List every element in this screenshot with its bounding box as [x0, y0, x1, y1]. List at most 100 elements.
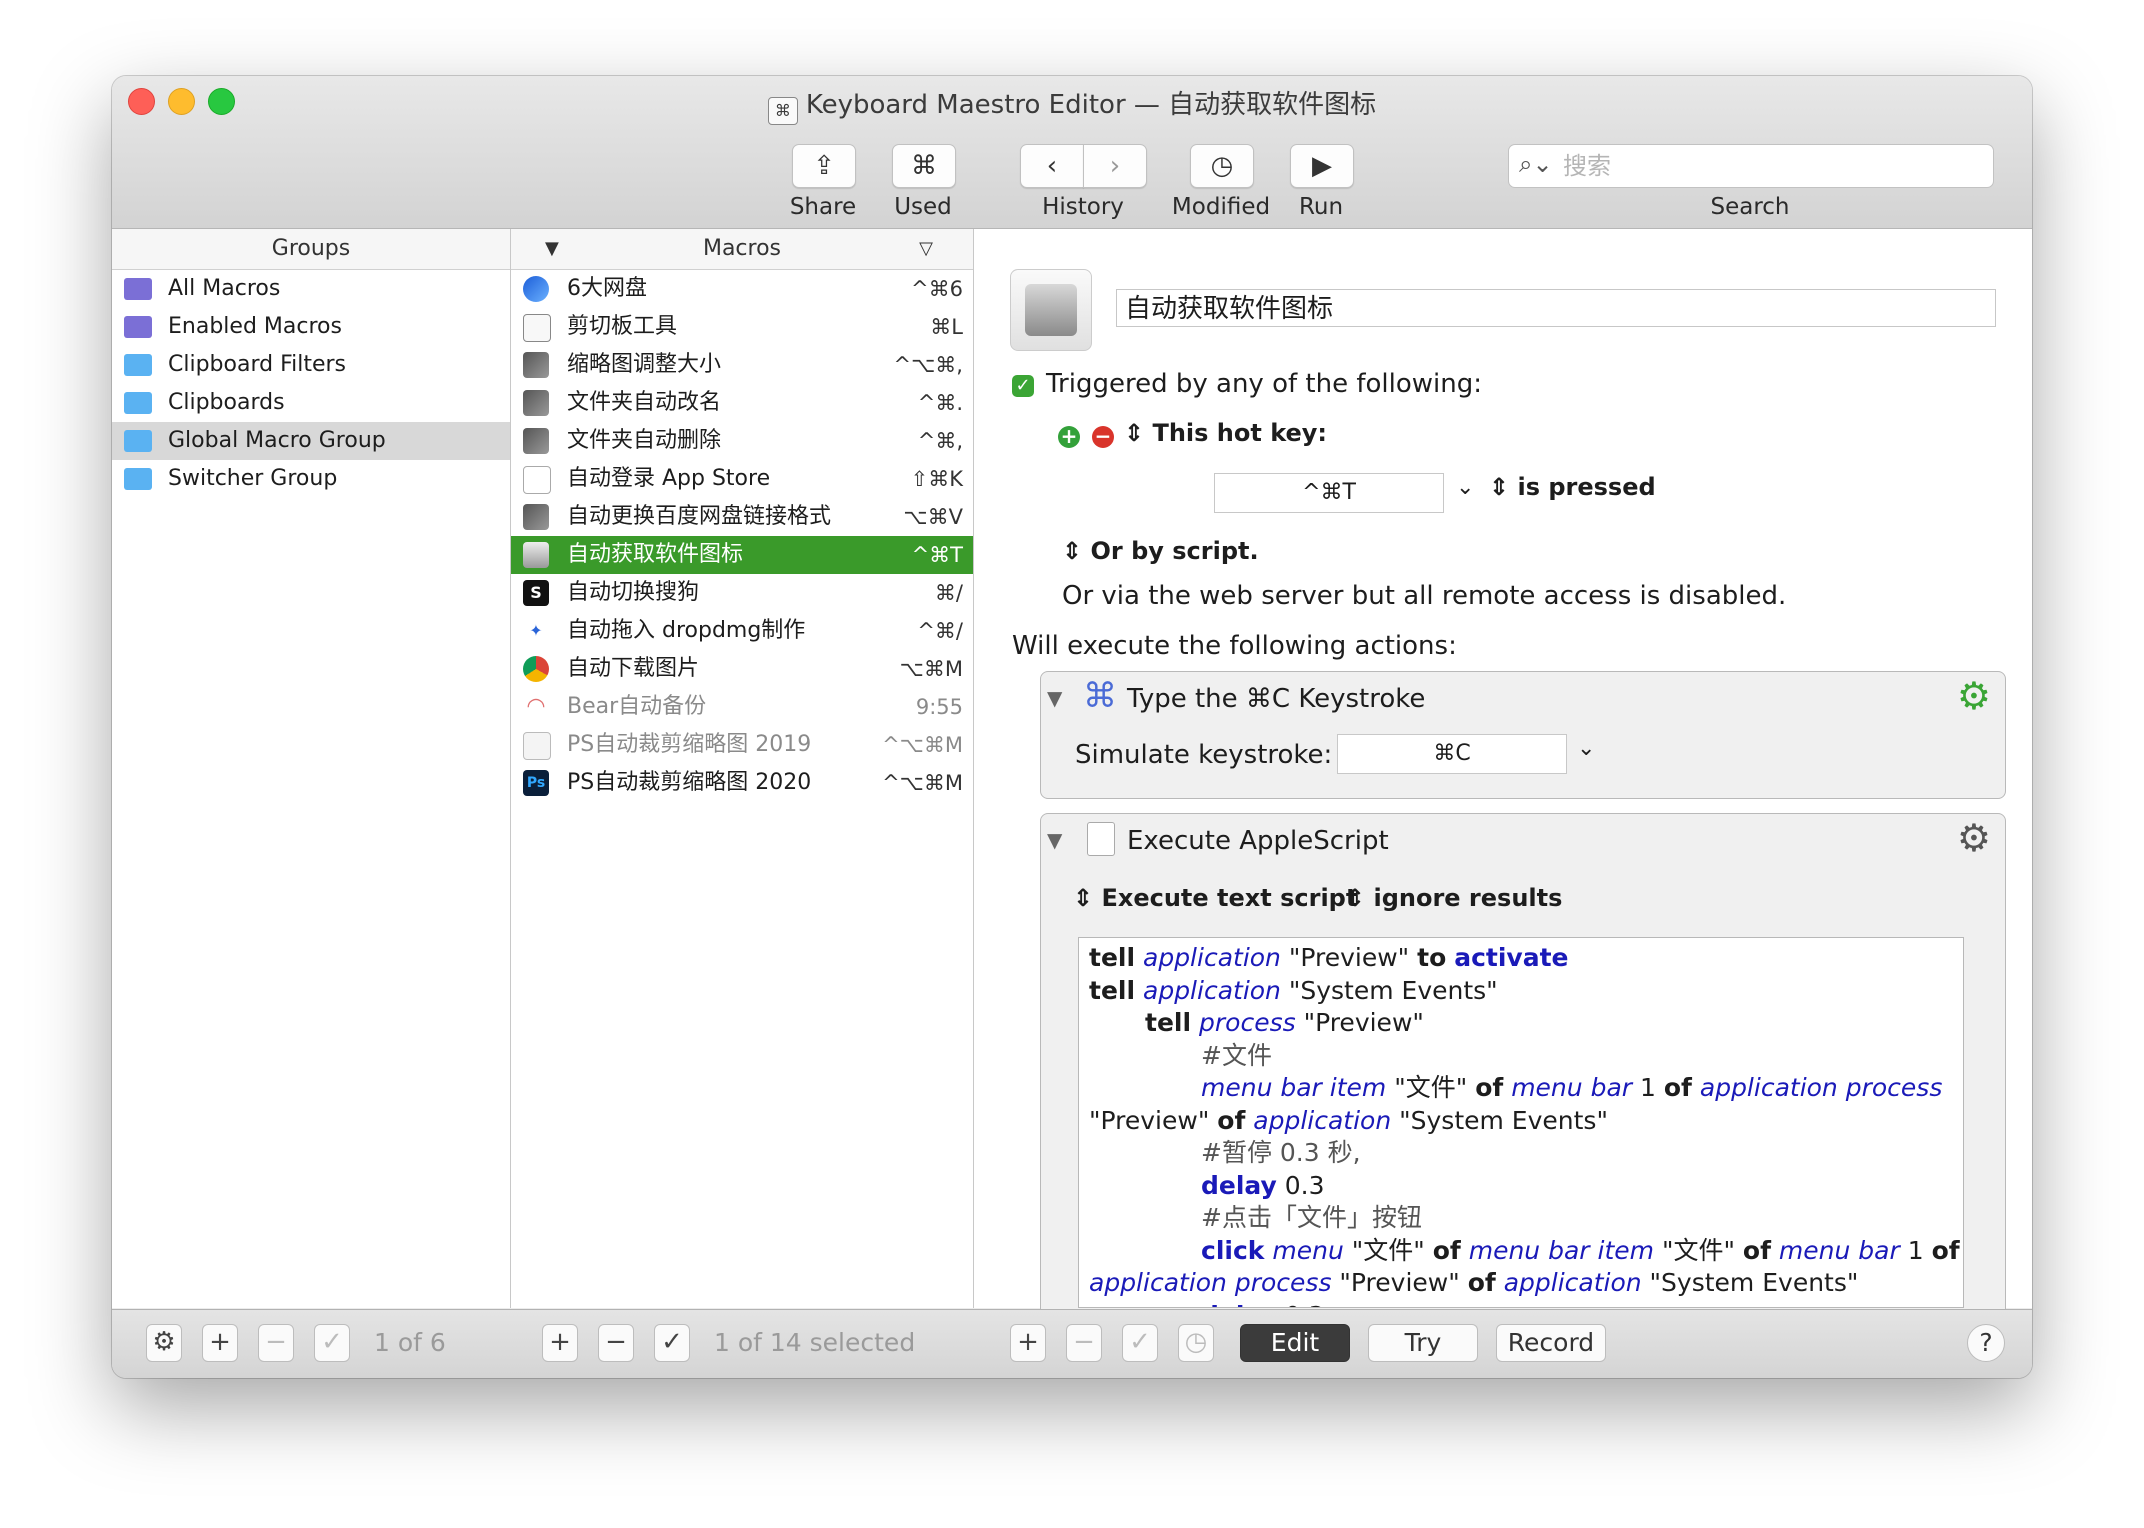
add-group-button[interactable]: + [202, 1324, 238, 1362]
folder-icon [124, 354, 152, 376]
macro-item[interactable]: Ps PS自动裁剪缩略图 2020 ^⌥⌘M [511, 764, 973, 802]
enable-action-button[interactable]: ✓ [1122, 1324, 1158, 1362]
macro-item[interactable]: 文件夹自动删除 ^⌘, [511, 422, 973, 460]
window-title: ⌘ Keyboard Maestro Editor — 自动获取软件图标 [112, 84, 2032, 125]
macro-item[interactable]: 缩略图调整大小 ^⌥⌘, [511, 346, 973, 384]
groups-count: 1 of 6 [374, 1328, 446, 1357]
minus-icon: − [265, 1327, 287, 1357]
group-settings-button[interactable]: ⚙ [146, 1324, 182, 1362]
macro-item[interactable]: ✦ 自动拖入 dropdmg制作 ^⌘/ [511, 612, 973, 650]
action-title: Execute AppleScript [1127, 826, 1389, 856]
used-button[interactable]: ⌘ [892, 144, 956, 188]
hotkey-options-chevron-icon[interactable]: ⌄ [1456, 475, 1474, 500]
macro-item[interactable]: S 自动切换搜狗 ⌘/ [511, 574, 973, 612]
enable-macro-button[interactable]: ✓ [654, 1324, 690, 1362]
action-gear-icon[interactable]: ⚙ [1957, 674, 1991, 718]
history-back-button[interactable]: ‹ [1020, 144, 1084, 188]
enable-group-button[interactable]: ✓ [314, 1324, 350, 1362]
share-button[interactable]: ⇪ [792, 144, 856, 188]
macros-count: 1 of 14 selected [714, 1328, 916, 1357]
gear-icon: ⚙ [152, 1327, 176, 1357]
chevron-right-icon: › [1109, 151, 1121, 181]
modified-button[interactable]: ◷ [1190, 144, 1254, 188]
groups-header[interactable]: Groups [112, 229, 510, 270]
results-mode-popup[interactable]: ⇕ ignore results [1345, 884, 1562, 912]
keyboard-maestro-icon [523, 504, 549, 530]
minus-icon: − [1073, 1327, 1095, 1357]
triggers-enabled-checkbox[interactable]: ✓ [1012, 375, 1034, 397]
hotkey-field[interactable]: ^⌘T [1214, 473, 1444, 513]
group-item-clipboard-filters[interactable]: Clipboard Filters [112, 346, 510, 384]
keyboard-maestro-icon [523, 352, 549, 378]
help-button[interactable]: ? [1967, 1324, 2005, 1362]
remove-group-button[interactable]: − [258, 1324, 294, 1362]
chrome-icon [523, 656, 549, 682]
action-type-keystroke[interactable]: ▼ ⌘ Type the ⌘C Keystroke ⚙ Simulate key… [1040, 671, 2006, 799]
used-label: Used [894, 194, 952, 220]
trigger-type-popup[interactable]: ⇕ This hot key: [1124, 419, 1327, 447]
search-field[interactable]: ⌕⌄ [1508, 144, 1994, 188]
disclosure-triangle-icon[interactable]: ▼ [1047, 686, 1062, 710]
macro-icon-well[interactable] [1010, 269, 1092, 351]
bottom-bar: ⚙ + − ✓ 1 of 6 + − ✓ 1 of 14 selected + … [112, 1309, 2032, 1378]
execute-mode-popup[interactable]: ⇕ Execute text script [1073, 884, 1357, 912]
group-item-all-macros[interactable]: All Macros [112, 270, 510, 308]
macro-item[interactable]: 6大网盘 ^⌘6 [511, 270, 973, 308]
record-button[interactable]: Record [1496, 1324, 1606, 1362]
or-by-script-popup[interactable]: ⇕ Or by script. [1062, 537, 1259, 565]
keyboard-maestro-icon [523, 390, 549, 416]
macro-item-selected[interactable]: 自动获取软件图标 ^⌘T [511, 536, 973, 574]
search-input[interactable] [1561, 145, 1985, 187]
cloud-drive-icon [523, 276, 549, 302]
try-button[interactable]: Try [1368, 1324, 1478, 1362]
run-label: Run [1298, 194, 1344, 220]
clock-icon: ◷ [1210, 151, 1234, 181]
group-item-global-macro-group[interactable]: Global Macro Group [112, 422, 510, 460]
action-gear-icon[interactable]: ⚙ [1957, 816, 1991, 860]
remove-trigger-button[interactable]: − [1092, 426, 1114, 448]
macro-item[interactable]: 剪切板工具 ⌘L [511, 308, 973, 346]
macros-pane: ▼ Macros ▽ 6大网盘 ^⌘6 剪切板工具 ⌘L 缩略图调整大小 ^⌥⌘, 文… [511, 229, 974, 1308]
filter-triangle-icon[interactable]: ▽ [919, 229, 933, 269]
editor-window: ⌘ Keyboard Maestro Editor — 自动获取软件图标 ⇪ Sh… [112, 76, 2032, 1378]
search-icon: ⌕⌄ [1519, 150, 1553, 178]
timer-button[interactable]: ◷ [1178, 1324, 1214, 1362]
remove-action-button[interactable]: − [1066, 1324, 1102, 1362]
group-item-enabled-macros[interactable]: Enabled Macros [112, 308, 510, 346]
is-pressed-popup[interactable]: ⇕ is pressed [1489, 473, 1656, 501]
plus-icon: + [1017, 1327, 1039, 1357]
macro-item[interactable]: 文件夹自动改名 ^⌘. [511, 384, 973, 422]
keystroke-field[interactable]: ⌘C [1337, 734, 1567, 774]
remove-macro-button[interactable]: − [598, 1324, 634, 1362]
share-icon: ⇪ [813, 151, 835, 181]
add-action-button[interactable]: + [1010, 1324, 1046, 1362]
macro-item[interactable]: 自动登录 App Store ⇧⌘K [511, 460, 973, 498]
macros-header[interactable]: ▼ Macros ▽ [511, 229, 973, 270]
macro-editor-pane: 自动获取软件图标 ✓ Triggered by any of the follo… [974, 229, 2032, 1335]
macro-item-disabled[interactable]: PS自动裁剪缩略图 2019 ^⌥⌘M [511, 726, 973, 764]
search-label: Search [1710, 194, 1790, 220]
applescript-editor[interactable]: tell application "Preview" to activate t… [1078, 937, 1964, 1308]
macro-item[interactable]: 自动更换百度网盘链接格式 ⌥⌘V [511, 498, 973, 536]
add-trigger-button[interactable]: + [1058, 426, 1080, 448]
macro-item-disabled[interactable]: ◠ Bear自动备份 9:55 [511, 688, 973, 726]
photoshop-icon: Ps [523, 770, 549, 796]
smart-folder-icon [124, 316, 152, 338]
disclosure-triangle-icon[interactable]: ▼ [1047, 828, 1062, 852]
run-button[interactable]: ▶ [1290, 144, 1354, 188]
groups-pane: Groups All Macros Enabled Macros Clipboa… [112, 229, 511, 1308]
history-forward-button[interactable]: › [1083, 144, 1147, 188]
folder-icon [124, 430, 152, 452]
checkmark-icon: ✓ [321, 1327, 343, 1357]
macro-name-field[interactable]: 自动获取软件图标 [1116, 289, 1996, 327]
edit-button[interactable]: Edit [1240, 1324, 1350, 1362]
script-document-icon [523, 732, 551, 760]
script-document-icon [523, 466, 551, 494]
group-item-clipboards[interactable]: Clipboards [112, 384, 510, 422]
add-macro-button[interactable]: + [542, 1324, 578, 1362]
macro-item[interactable]: 自动下载图片 ⌥⌘M [511, 650, 973, 688]
sort-triangle-icon[interactable]: ▼ [545, 229, 559, 269]
group-item-switcher-group[interactable]: Switcher Group [112, 460, 510, 498]
keystroke-options-chevron-icon[interactable]: ⌄ [1577, 736, 1595, 761]
sogou-icon: S [523, 580, 549, 606]
